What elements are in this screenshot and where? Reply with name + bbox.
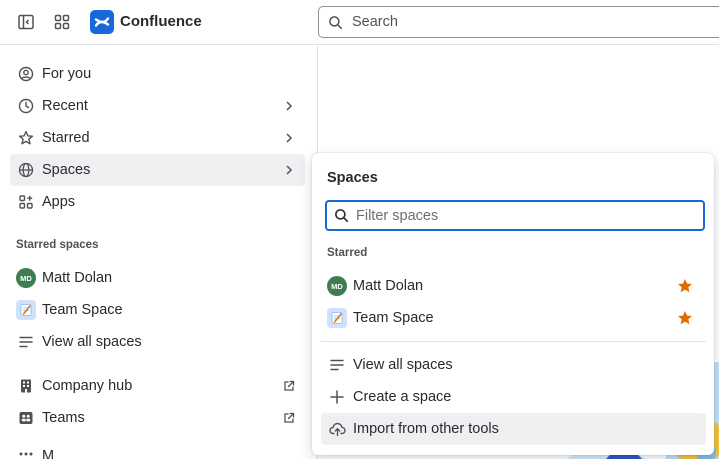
- people-icon: [16, 408, 36, 428]
- view-all-spaces-label: View all spaces: [42, 334, 142, 350]
- starred-heading: Starred: [327, 247, 368, 259]
- space-label: Team Space: [42, 302, 123, 318]
- starred-spaces-heading: Starred spaces: [16, 239, 99, 251]
- plus-icon: [327, 387, 347, 407]
- notepad-icon: [327, 308, 347, 328]
- sidebar-item-label: Recent: [42, 98, 88, 114]
- chevron-right-icon[interactable]: [281, 162, 297, 178]
- sidebar-item-label: Apps: [42, 194, 76, 210]
- sidebar-item-label: For you: [42, 66, 92, 82]
- sidebar-item-label: Company hub: [42, 378, 133, 394]
- sidebar-item-apps[interactable]: Apps: [10, 186, 305, 218]
- avatar: MD: [327, 276, 347, 296]
- search-placeholder: Search: [352, 14, 398, 30]
- search-icon: [328, 15, 343, 30]
- sidebar: For you Recent Starred Spaces Apps Starr…: [0, 46, 317, 459]
- popup-space-team-space[interactable]: Team Space: [321, 302, 706, 334]
- sidebar-space-team-space[interactable]: Team Space: [10, 294, 305, 326]
- list-icon: [327, 355, 347, 375]
- building-icon: [16, 376, 36, 396]
- sidebar-item-label: Starred: [42, 130, 90, 146]
- chevron-right-icon[interactable]: [281, 98, 297, 114]
- popup-title: Spaces: [327, 170, 378, 186]
- create-space-item[interactable]: Create a space: [321, 381, 706, 413]
- menu-item-label: Import from other tools: [353, 421, 499, 437]
- space-label: Team Space: [353, 310, 434, 326]
- external-link-icon[interactable]: [281, 378, 297, 394]
- star-icon: [16, 128, 36, 148]
- cloud-upload-icon: [327, 419, 347, 439]
- sidebar-item-recent[interactable]: Recent: [10, 90, 305, 122]
- menu-divider: [321, 341, 706, 342]
- space-label: Matt Dolan: [42, 270, 113, 286]
- sidebar-item-cut-off[interactable]: M: [10, 442, 305, 459]
- confluence-logo-icon[interactable]: [90, 10, 114, 34]
- sidebar-item-teams[interactable]: Teams: [10, 402, 305, 434]
- top-navigation-bar: Confluence Search: [0, 0, 719, 45]
- import-from-other-tools-item[interactable]: Import from other tools: [321, 413, 706, 445]
- menu-item-label: Create a space: [353, 389, 452, 405]
- filter-spaces-field[interactable]: [325, 200, 705, 231]
- sidebar-item-company-hub[interactable]: Company hub: [10, 370, 305, 402]
- chevron-right-icon[interactable]: [281, 130, 297, 146]
- more-icon: [16, 448, 36, 458]
- view-all-spaces-item[interactable]: View all spaces: [321, 349, 706, 381]
- external-link-icon[interactable]: [281, 410, 297, 426]
- spaces-flyout-menu: Spaces Starred MD Matt Dolan Team Space: [312, 153, 714, 455]
- sidebar-space-matt-dolan[interactable]: MD Matt Dolan: [10, 262, 305, 294]
- sidebar-toggle-icon[interactable]: [15, 11, 37, 33]
- person-circle-icon: [16, 64, 36, 84]
- sidebar-item-starred[interactable]: Starred: [10, 122, 305, 154]
- globe-icon: [16, 160, 36, 180]
- sidebar-item-label: Teams: [42, 410, 85, 426]
- notepad-icon: [16, 300, 36, 320]
- space-label: Matt Dolan: [353, 278, 424, 294]
- popup-space-matt-dolan[interactable]: MD Matt Dolan: [321, 270, 706, 302]
- apps-icon: [16, 192, 36, 212]
- search-input[interactable]: Search: [318, 6, 719, 38]
- star-filled-icon[interactable]: [676, 277, 694, 295]
- clock-icon: [16, 96, 36, 116]
- sidebar-view-all-spaces[interactable]: View all spaces: [10, 326, 305, 358]
- star-filled-icon[interactable]: [676, 309, 694, 327]
- avatar: MD: [16, 268, 36, 288]
- sidebar-item-spaces[interactable]: Spaces: [10, 154, 305, 186]
- sidebar-item-label: M: [42, 448, 55, 459]
- sidebar-item-label: Spaces: [42, 162, 91, 178]
- sidebar-item-for-you[interactable]: For you: [10, 58, 305, 90]
- menu-item-label: View all spaces: [353, 357, 453, 373]
- app-name[interactable]: Confluence: [120, 13, 202, 30]
- search-icon: [334, 208, 349, 223]
- list-icon: [16, 332, 36, 352]
- filter-spaces-input[interactable]: [356, 207, 676, 224]
- app-switcher-icon[interactable]: [51, 11, 73, 33]
